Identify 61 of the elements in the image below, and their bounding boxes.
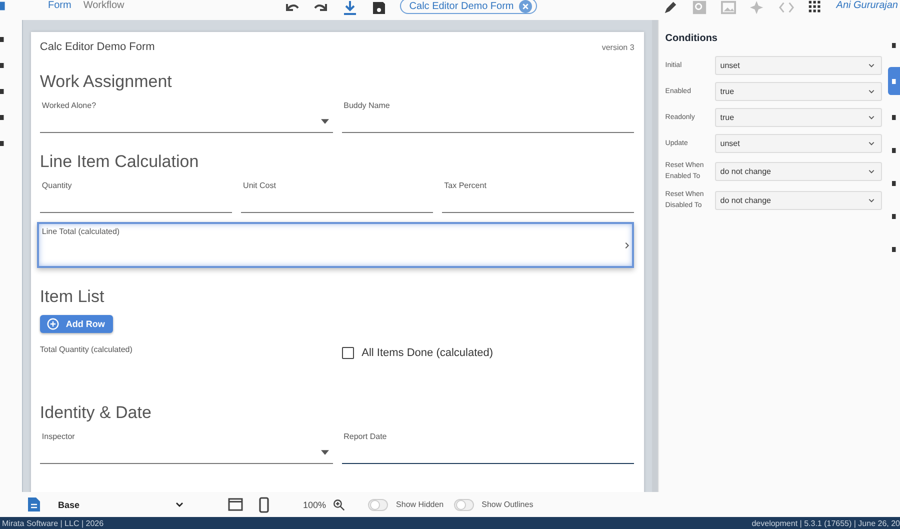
- chevron-right-icon: [625, 242, 630, 248]
- section-heading: Item List: [40, 287, 106, 307]
- checkbox[interactable]: [342, 347, 354, 359]
- chip-label: Calc Editor Demo Form: [409, 0, 514, 12]
- close-icon[interactable]: [518, 0, 532, 12]
- calculated-field[interactable]: Total Quantity (calculated): [36, 342, 333, 384]
- section-heading: Work Assignment: [40, 72, 173, 92]
- chevron-down-icon: [868, 114, 875, 121]
- chevron-down-icon: [175, 500, 184, 509]
- field-label: Quantity: [40, 181, 73, 190]
- field-label: Total Quantity (calculated): [40, 345, 132, 356]
- form-title: Calc Editor Demo Form: [40, 41, 155, 53]
- chevron-down-icon: [868, 62, 875, 69]
- download-icon[interactable]: [342, 0, 358, 16]
- toggle-switch[interactable]: [454, 498, 474, 510]
- footer-text: Mirata Software | LLC | 2026: [2, 518, 104, 528]
- condition-select[interactable]: do not change: [715, 162, 882, 180]
- field-label: Report Date: [342, 432, 388, 441]
- document-icon[interactable]: [28, 497, 40, 512]
- condition-select[interactable]: true: [715, 108, 882, 127]
- nav-tab[interactable]: Workflow: [83, 0, 124, 11]
- field-label: Worked Alone?: [40, 101, 98, 110]
- scrollbar[interactable]: [652, 20, 658, 492]
- chevron-down-icon: [868, 168, 875, 174]
- pencil-icon[interactable]: [663, 0, 678, 15]
- apps-grid-icon[interactable]: [808, 0, 822, 14]
- zoom-level: 100%: [303, 500, 326, 510]
- version-label: version 3: [602, 42, 634, 52]
- add-row-button[interactable]: Add Row: [40, 315, 113, 333]
- dropdown-caret-icon: [320, 118, 329, 124]
- condition-select[interactable]: do not change: [715, 190, 882, 210]
- section-heading: Identity & Date: [40, 403, 152, 423]
- condition-select[interactable]: unset: [715, 56, 882, 75]
- field-label: Unit Cost: [242, 181, 277, 190]
- footer-text: development | 5.3.1 (17655) | June 26, 20: [752, 518, 900, 528]
- nav-tab[interactable]: Form: [48, 0, 72, 11]
- desktop-icon[interactable]: [228, 498, 243, 511]
- condition-select[interactable]: unset: [715, 134, 882, 153]
- user-name[interactable]: Ani Gururajan: [836, 0, 898, 11]
- save-icon[interactable]: [371, 0, 388, 16]
- toggle-switch[interactable]: [368, 498, 388, 510]
- dropdown-caret-icon: [320, 450, 329, 454]
- chevron-down-icon: [868, 140, 875, 147]
- toggle-label: Show Hidden: [396, 500, 444, 509]
- form-chip[interactable]: Calc Editor Demo Form: [400, 0, 537, 14]
- zoom-in-icon[interactable]: [333, 498, 346, 510]
- field-label: Tax Percent: [443, 181, 488, 190]
- phone-icon[interactable]: [259, 496, 269, 512]
- panel-title: Conditions: [665, 33, 718, 44]
- field-label: Inspector: [40, 432, 76, 441]
- calculated-field[interactable]: Line Total (calculated): [36, 222, 634, 268]
- checkbox-label: All Items Done (calculated): [362, 347, 494, 359]
- field-label: Line Total (calculated): [42, 227, 120, 238]
- chevron-down-icon: [868, 88, 875, 95]
- chevron-down-icon: [868, 196, 875, 204]
- field-label: Buddy Name: [342, 101, 391, 110]
- section-heading: Line Item Calculation: [40, 152, 200, 172]
- toggle-label: Show Outlines: [482, 500, 534, 509]
- plus-circle-icon: [46, 318, 59, 330]
- layout-select[interactable]: Base: [58, 500, 184, 510]
- condition-select[interactable]: true: [715, 82, 882, 101]
